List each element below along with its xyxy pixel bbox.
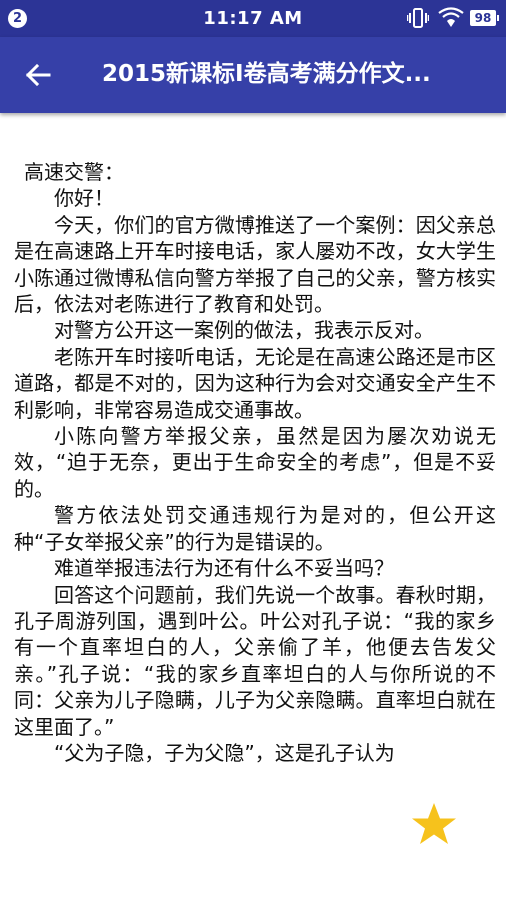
article-paragraph: 警方依法处罚交通违规行为是对的，但公开这种“子女举报父亲”的行为是错误的。 (14, 503, 496, 554)
app-bar: 2015新课标I卷高考满分作文... (0, 37, 506, 113)
back-button[interactable] (16, 53, 60, 97)
page-title: 2015新课标I卷高考满分作文... (102, 61, 431, 87)
article-paragraph: 小陈向警方举报父亲，虽然是因为屡次劝说无效，“迫于无奈，更出于生命安全的考虑”，… (14, 424, 496, 501)
wifi-icon (438, 7, 464, 27)
status-time: 11:17 AM (203, 8, 303, 29)
vibrate-icon (407, 8, 429, 28)
star-icon[interactable] (411, 802, 457, 846)
article-paragraph: 你好！ (54, 186, 114, 211)
article-paragraph: “父为子隐，子为父隐”，这是孔子认为 (54, 740, 395, 765)
article-paragraph: 难道举报违法行为还有什么不妥当吗？ (54, 556, 394, 581)
article-paragraph: 回答这个问题前，我们先说一个故事。春秋时期，孔子周游列国，遇到叶公。叶公对孔子说… (14, 582, 496, 739)
arrow-back-icon (25, 63, 51, 87)
article-body: 高速交警： 你好！ 今天，你们的官方微博推送了一个案例：因父亲总是在高速路上开车… (0, 113, 506, 900)
article-paragraph: 老陈开车时接听电话，无论是在高速公路还是市区道路，都是不对的，因为这种行为会对交… (14, 344, 496, 422)
article-paragraph: 今天，你们的官方微博推送了一个案例：因父亲总是在高速路上开车时接电话，家人屡劝不… (14, 212, 496, 317)
article-paragraph: 对警方公开这一案例的做法，我表示反对。 (54, 318, 434, 343)
status-bar: 2 11:17 AM 98 (0, 0, 506, 37)
article-salutation: 高速交警： (24, 160, 124, 184)
battery-indicator: 98 (470, 10, 499, 26)
